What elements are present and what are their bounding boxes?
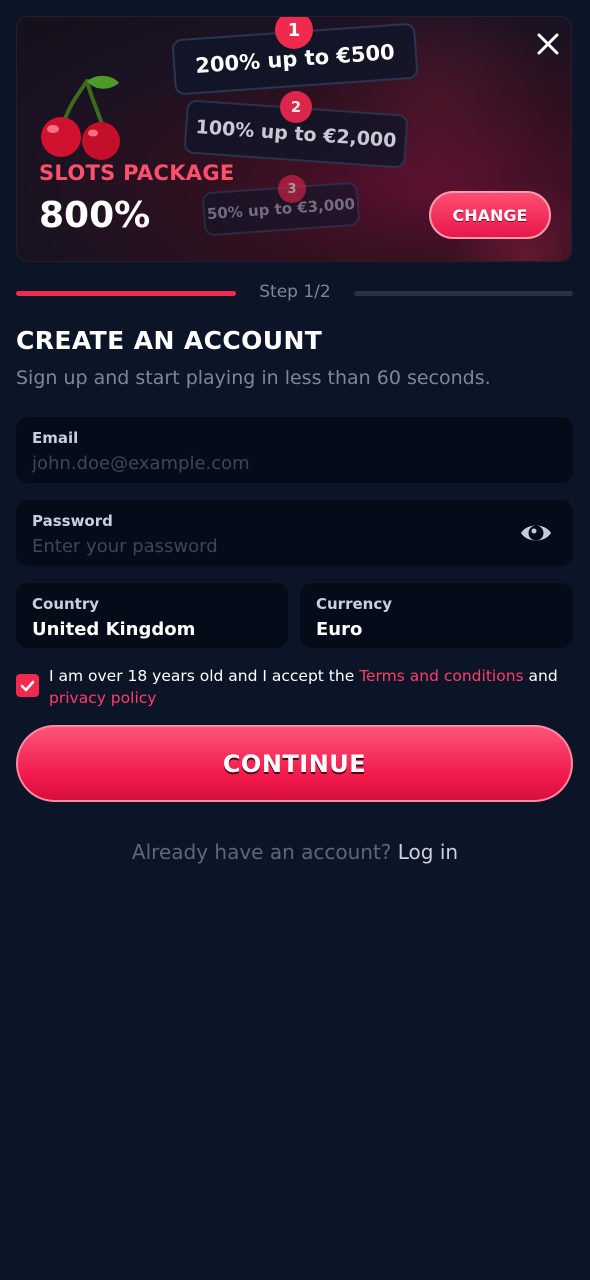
- country-select[interactable]: Country United Kingdom: [16, 583, 288, 648]
- check-icon: [20, 680, 35, 691]
- currency-label: Currency: [316, 595, 393, 613]
- tier-badge-3: 3: [278, 175, 306, 203]
- close-icon[interactable]: [533, 29, 563, 59]
- page-subtitle: Sign up and start playing in less than 6…: [16, 367, 491, 389]
- page-title: CREATE AN ACCOUNT: [16, 326, 323, 355]
- promo-banner: SLOTS PACKAGE 800% 200% up to €500 1 100…: [16, 16, 572, 262]
- privacy-policy-link[interactable]: privacy policy: [49, 689, 156, 707]
- bonus-tier-text: 50% up to €3,000: [206, 194, 356, 224]
- terms-middle: and: [523, 667, 558, 685]
- terms-checkbox[interactable]: [16, 674, 39, 697]
- step-progress-complete: [16, 291, 236, 296]
- login-prompt-text: Already have an account?: [131, 840, 398, 864]
- terms-text: I am over 18 years old and I accept the …: [49, 665, 577, 709]
- password-input[interactable]: Enter your password: [32, 536, 218, 557]
- cherry-icon: [41, 75, 120, 160]
- eye-icon[interactable]: [519, 518, 553, 548]
- login-prompt: Already have an account? Log in: [0, 840, 590, 864]
- email-input[interactable]: john.doe@example.com: [32, 453, 250, 474]
- password-field[interactable]: Password Enter your password: [16, 500, 573, 566]
- tier-badge-2: 2: [280, 91, 312, 123]
- terms-and-conditions-link[interactable]: Terms and conditions: [359, 667, 523, 685]
- terms-prefix: I am over 18 years old and I accept the: [49, 667, 360, 685]
- step-progress-remaining: [354, 291, 573, 296]
- continue-button[interactable]: CONTINUE: [16, 725, 573, 802]
- email-label: Email: [32, 429, 79, 447]
- login-link[interactable]: Log in: [398, 840, 458, 864]
- package-label: SLOTS PACKAGE: [39, 161, 235, 185]
- currency-select[interactable]: Currency Euro: [300, 583, 573, 648]
- step-indicator: Step 1/2: [259, 282, 331, 302]
- password-label: Password: [32, 512, 113, 530]
- package-percent: 800%: [39, 195, 151, 236]
- currency-value: Euro: [316, 619, 363, 640]
- country-label: Country: [32, 595, 100, 613]
- change-package-button[interactable]: CHANGE: [429, 191, 551, 239]
- country-value: United Kingdom: [32, 619, 196, 640]
- email-field[interactable]: Email john.doe@example.com: [16, 417, 573, 483]
